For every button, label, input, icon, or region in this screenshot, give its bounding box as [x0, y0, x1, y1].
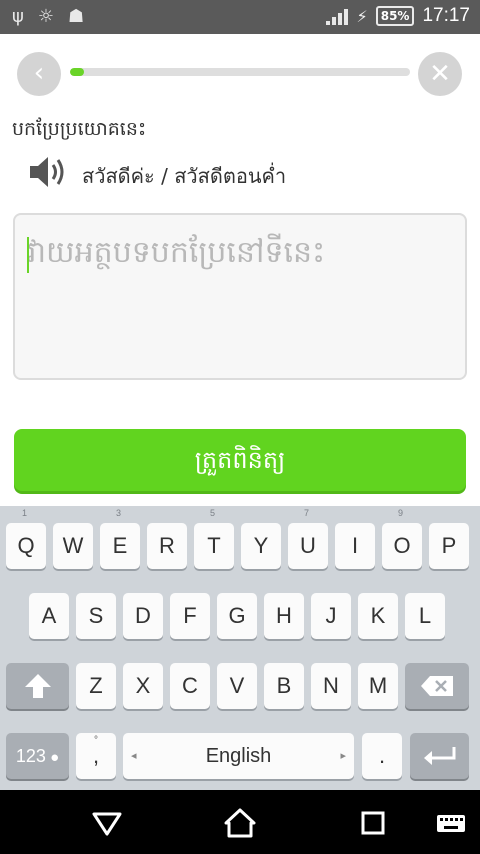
status-bar: ψ ☼ ☗ ⚡ 85% 17:17 [0, 0, 480, 34]
key-q[interactable]: Q [6, 523, 46, 569]
key-p[interactable]: P [429, 523, 469, 569]
period-key[interactable]: . [362, 733, 402, 779]
navigation-bar [0, 790, 480, 854]
nav-back-icon[interactable] [90, 806, 124, 840]
enter-key[interactable] [410, 733, 469, 779]
arrow-right-icon: ▸ [340, 750, 346, 762]
keyboard-switch-icon[interactable] [436, 806, 466, 840]
signal-icon [326, 7, 349, 25]
key-f[interactable]: F [170, 593, 210, 639]
shift-icon [24, 674, 51, 698]
chevron-left-icon: ‹ [33, 58, 45, 88]
key-c[interactable]: C [170, 663, 210, 709]
usb-icon: ψ [12, 6, 24, 27]
key-y[interactable]: Y [241, 523, 281, 569]
speaker-icon[interactable] [26, 152, 68, 192]
space-key-label: English [205, 745, 272, 767]
answer-box [13, 213, 467, 380]
status-right: ⚡ 85% 17:17 [326, 5, 470, 27]
status-time: 17:17 [422, 5, 470, 26]
numbers-key[interactable]: 123 ● [6, 733, 69, 779]
lesson-progress-fill [70, 68, 84, 76]
key-hint: 3 [116, 508, 122, 518]
space-key[interactable]: ◂ English ▸ [123, 733, 354, 779]
check-button[interactable]: ត្រួតពិនិត្យ [14, 429, 466, 491]
key-j[interactable]: J [311, 593, 351, 639]
lesson-progress-bar [70, 68, 410, 76]
shift-key[interactable] [6, 663, 69, 709]
key-hint: 1 [22, 508, 28, 518]
key-v[interactable]: V [217, 663, 257, 709]
key-m[interactable]: M [358, 663, 398, 709]
key-d[interactable]: D [123, 593, 163, 639]
key-hint: 7 [304, 508, 310, 518]
key-a[interactable]: A [29, 593, 69, 639]
key-hint: 5 [210, 508, 216, 518]
key-hint: 9 [398, 508, 404, 518]
backspace-icon [421, 676, 453, 696]
key-u[interactable]: U [288, 523, 328, 569]
key-k[interactable]: K [358, 593, 398, 639]
answer-input[interactable] [15, 215, 465, 378]
charging-icon: ⚡ [356, 6, 368, 26]
close-icon: ✕ [429, 59, 451, 89]
prompt-label: បកប្រែប្រយោគនេះ [12, 118, 147, 140]
numbers-key-label: 123 [15, 746, 46, 766]
text-caret [27, 237, 29, 273]
nav-home-icon[interactable] [223, 806, 257, 840]
status-left-icons: ψ ☼ ☗ [12, 6, 84, 28]
arrow-left-icon: ◂ [131, 750, 137, 762]
comma-key[interactable]: ° , [76, 733, 116, 779]
key-b[interactable]: B [264, 663, 304, 709]
nav-recents-icon[interactable] [356, 806, 390, 840]
microphone-icon: ● [45, 749, 60, 766]
key-w[interactable]: W [53, 523, 93, 569]
key-t[interactable]: T [194, 523, 234, 569]
key-o[interactable]: O [382, 523, 422, 569]
close-button[interactable]: ✕ [418, 52, 462, 96]
android-icon: ☗ [68, 6, 85, 27]
enter-icon [423, 747, 455, 765]
back-button[interactable]: ‹ [17, 52, 61, 96]
key-g[interactable]: G [217, 593, 257, 639]
key-h[interactable]: H [264, 593, 304, 639]
keyboard: 1 3 5 7 9 Q W E R T Y U I O P A S D F G … [0, 506, 480, 790]
key-z[interactable]: Z [76, 663, 116, 709]
backspace-key[interactable] [405, 663, 469, 709]
source-sentence: สวัสดีค่ะ / สวัสดีตอนค่ำ [82, 164, 287, 188]
comma-key-sub: ° [94, 735, 98, 746]
battery-level: 85% [375, 6, 415, 26]
key-x[interactable]: X [123, 663, 163, 709]
key-i[interactable]: I [335, 523, 375, 569]
key-n[interactable]: N [311, 663, 351, 709]
key-s[interactable]: S [76, 593, 116, 639]
key-r[interactable]: R [147, 523, 187, 569]
key-l[interactable]: L [405, 593, 445, 639]
bulb-icon: ☼ [37, 6, 55, 27]
key-e[interactable]: E [100, 523, 140, 569]
